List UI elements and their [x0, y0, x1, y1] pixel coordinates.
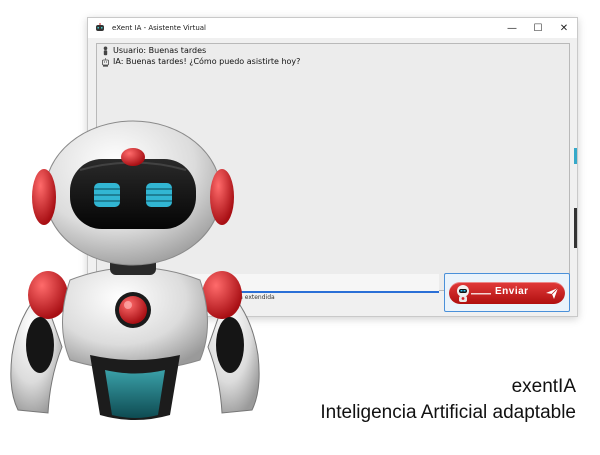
user-icon	[103, 46, 108, 55]
chat-message: Usuario: Buenas tardes	[101, 45, 569, 56]
robot-icon	[102, 57, 109, 67]
window-title: eXent IA - Asistente Virtual	[112, 24, 206, 32]
send-button-graphic: Enviar	[449, 281, 565, 304]
chat-message-text: IA: Buenas tardes! ¿Cómo puedo asistirte…	[113, 57, 301, 66]
send-button[interactable]: Enviar	[444, 273, 570, 312]
minimize-button[interactable]: —	[499, 18, 525, 38]
tagline: Inteligencia Artificial adaptable	[320, 402, 576, 423]
robot-mascot-image	[10, 120, 260, 420]
close-button[interactable]: ✕	[551, 18, 577, 38]
paper-plane-icon	[546, 287, 559, 299]
brand-name: exentIA	[511, 376, 576, 397]
send-robot-icon	[457, 284, 491, 302]
title-bar[interactable]: eXent IA - Asistente Virtual — ☐ ✕	[88, 18, 577, 38]
scrollbar-accent	[574, 148, 577, 164]
maximize-button[interactable]: ☐	[525, 18, 551, 38]
send-button-label: Enviar	[495, 285, 529, 297]
chat-message-text: Usuario: Buenas tardes	[113, 46, 207, 55]
app-robot-icon	[96, 23, 104, 31]
scrollbar-thumb[interactable]	[574, 208, 577, 248]
chat-message: IA: Buenas tardes! ¿Cómo puedo asistirte…	[101, 56, 569, 67]
